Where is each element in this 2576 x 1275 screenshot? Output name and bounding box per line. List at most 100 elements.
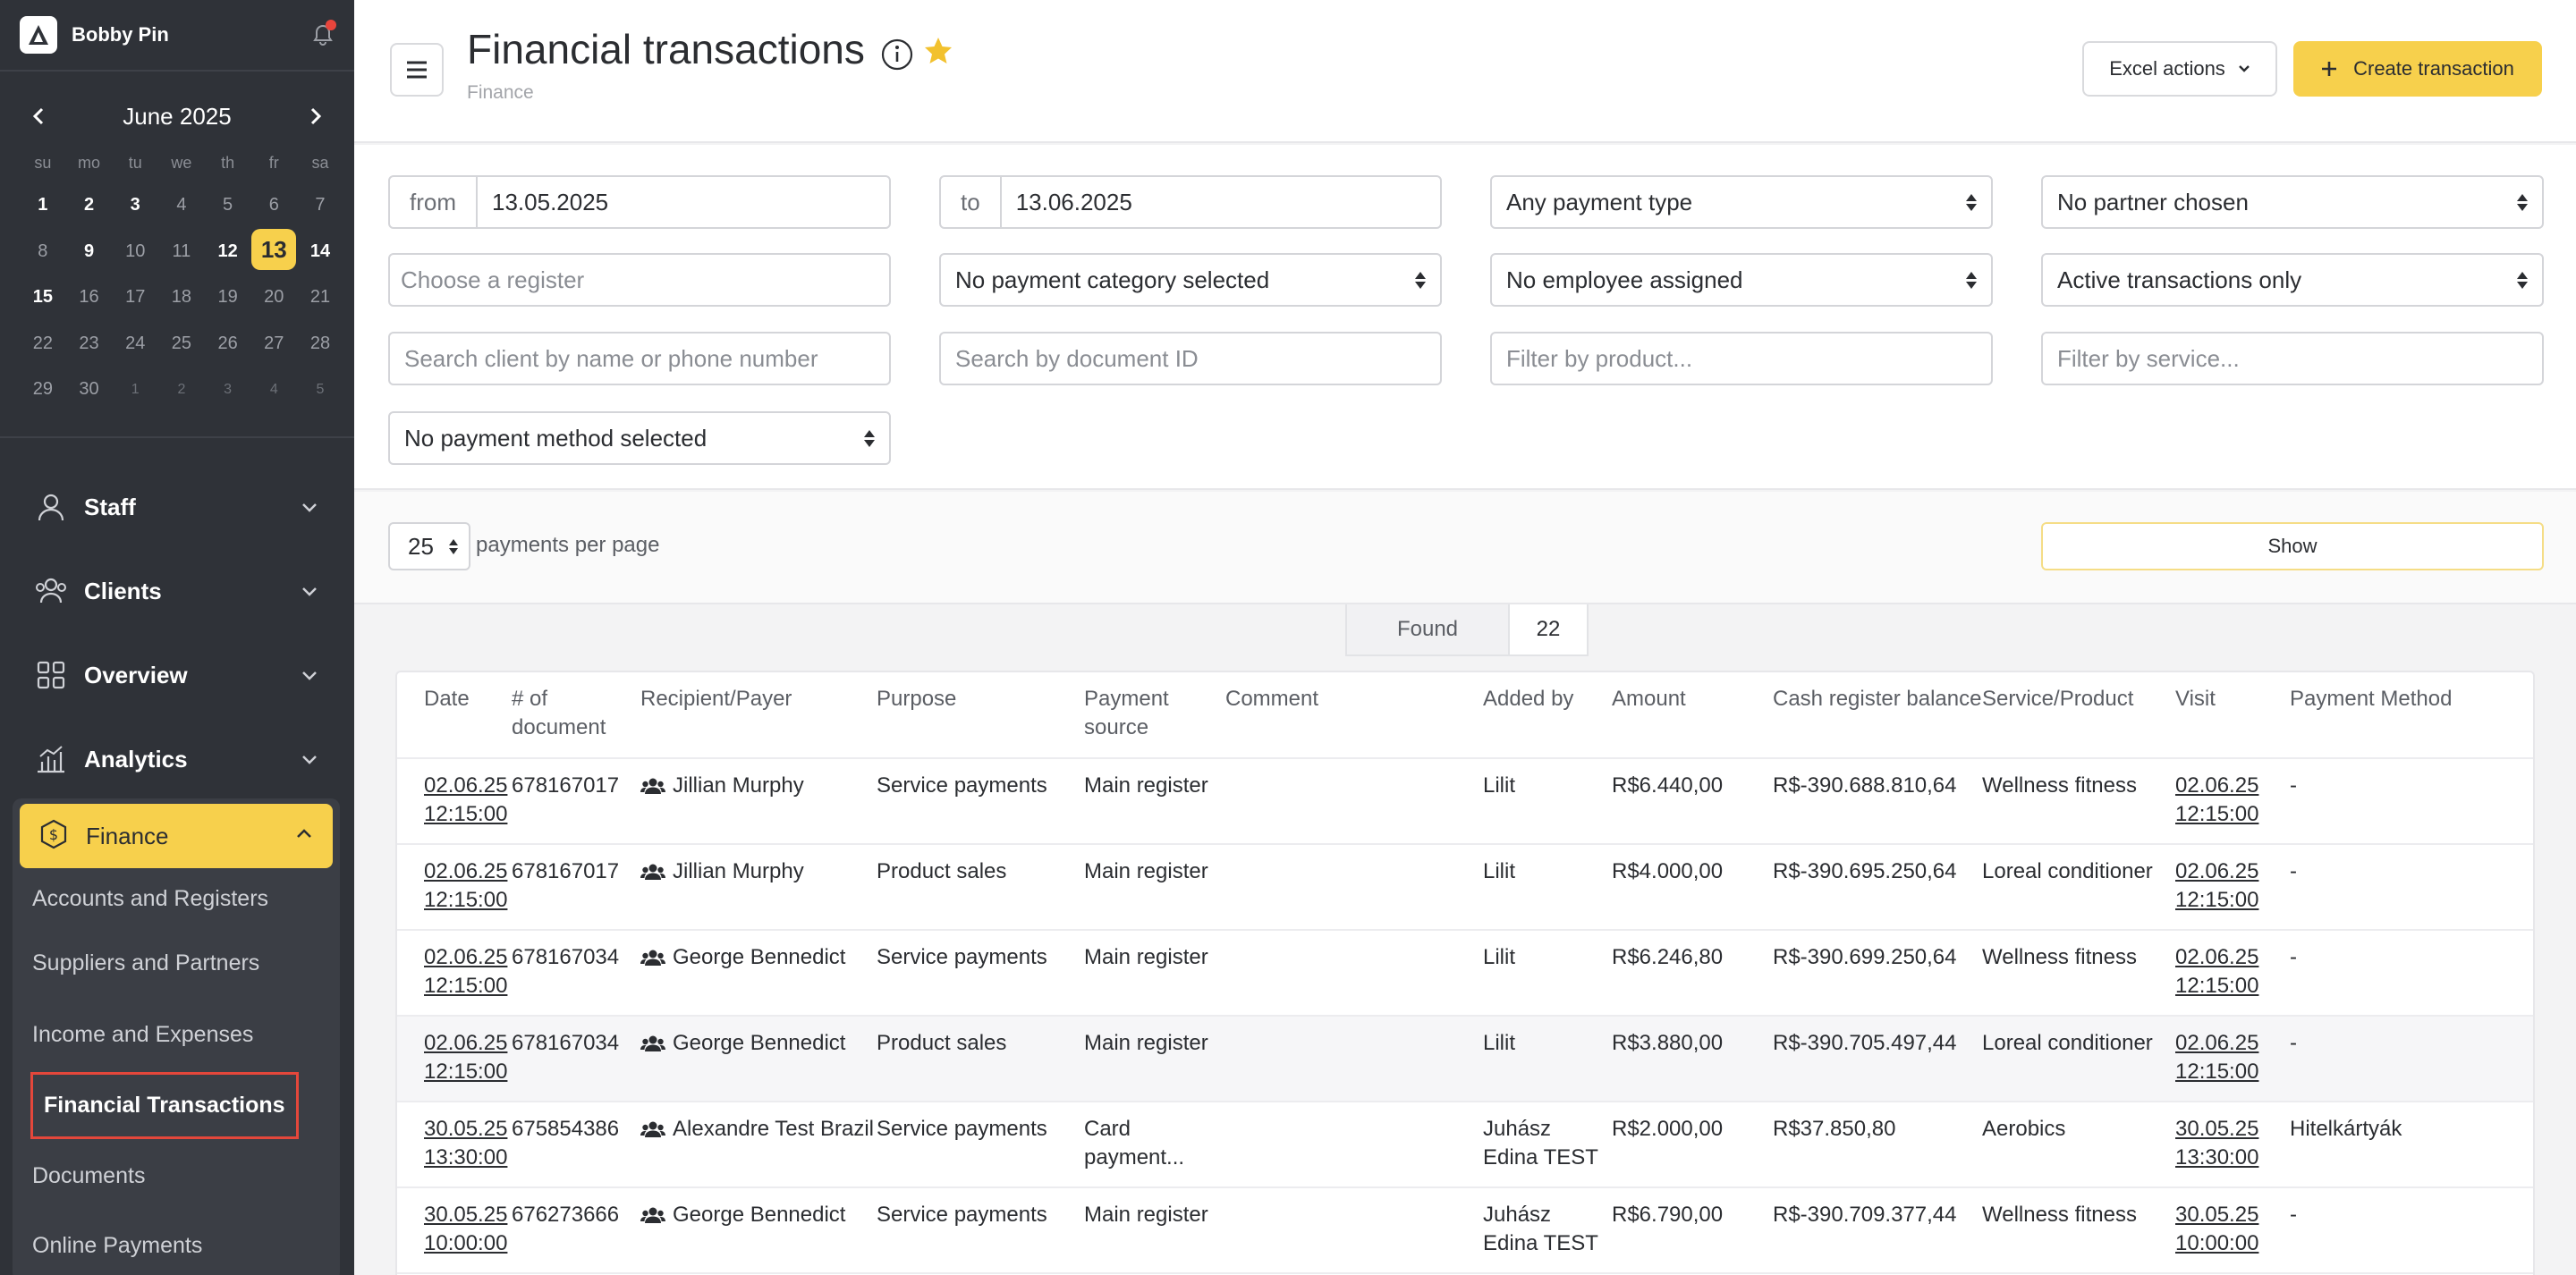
visit-link[interactable]: 02.06.25 12:15:00 (2175, 945, 2258, 998)
document-search-input[interactable] (941, 334, 1440, 384)
calendar-day[interactable]: 30 (66, 367, 113, 413)
calendar-day[interactable]: 11 (158, 229, 205, 275)
cell-recipient[interactable]: George Bennedict (640, 930, 877, 1017)
service-filter-input[interactable] (2043, 334, 2542, 384)
date-link[interactable]: 02.06.25 12:15:00 (424, 945, 507, 998)
table-row[interactable]: 30.05.25 13:30:00 675854386 Alexandre Te… (397, 1102, 2533, 1188)
col-purpose[interactable]: Purpose (877, 672, 1084, 759)
nav-income-expenses[interactable]: Income and Expenses (32, 1022, 253, 1048)
calendar-day-selected[interactable]: 13 (250, 228, 297, 275)
calendar-day-next-month[interactable]: 4 (250, 367, 297, 413)
payment-category-select[interactable]: No payment category selected (939, 253, 1442, 307)
calendar-day[interactable]: 28 (297, 321, 343, 367)
visit-link[interactable]: 02.06.25 12:15:00 (2175, 773, 2258, 826)
calendar-day[interactable]: 23 (66, 321, 113, 367)
nav-overview[interactable]: Overview (0, 633, 354, 717)
calendar-day[interactable]: 20 (250, 274, 297, 321)
calendar-day[interactable]: 18 (158, 274, 205, 321)
col-amount[interactable]: Amount (1612, 672, 1773, 759)
user-name[interactable]: Bobby Pin (72, 23, 311, 46)
payment-type-select[interactable]: Any payment type (1490, 175, 1993, 229)
cell-recipient[interactable]: Alexandre Test Brazil (640, 1102, 877, 1188)
per-page-select[interactable]: 25 (388, 522, 470, 570)
visit-link[interactable]: 30.05.25 13:30:00 (2175, 1117, 2258, 1169)
calendar-day[interactable]: 25 (158, 321, 205, 367)
table-row[interactable]: 30.05.25 10:00:00 676273666 George Benne… (397, 1187, 2533, 1274)
date-link[interactable]: 30.05.25 13:30:00 (424, 1117, 507, 1169)
table-row[interactable]: 02.06.25 12:15:00 678167034 George Benne… (397, 930, 2533, 1017)
info-icon[interactable] (880, 38, 914, 76)
create-transaction-button[interactable]: Create transaction (2293, 41, 2542, 97)
calendar-day[interactable]: 26 (205, 321, 251, 367)
calendar-day[interactable]: 10 (112, 229, 158, 275)
date-link[interactable]: 02.06.25 12:15:00 (424, 773, 507, 826)
calendar-day-next-month[interactable]: 1 (112, 367, 158, 413)
nav-online-payments[interactable]: Online Payments (32, 1233, 202, 1259)
calendar-day[interactable]: 6 (250, 182, 297, 229)
nav-clients[interactable]: Clients (0, 549, 354, 633)
breadcrumb[interactable]: Finance (467, 82, 534, 104)
calendar-day[interactable]: 1 (20, 182, 66, 229)
calendar-day[interactable]: 9 (66, 229, 113, 275)
calendar-day[interactable]: 29 (20, 367, 66, 413)
notifications-bell-icon[interactable] (311, 20, 336, 46)
calendar-day[interactable]: 19 (205, 274, 251, 321)
menu-toggle-button[interactable] (390, 43, 444, 97)
calendar-day[interactable]: 8 (20, 229, 66, 275)
calendar-day[interactable]: 2 (66, 182, 113, 229)
nav-accounts-registers[interactable]: Accounts and Registers (32, 886, 268, 912)
nav-analytics[interactable]: Analytics (0, 717, 354, 801)
calendar-day-next-month[interactable]: 3 (205, 367, 251, 413)
col-document[interactable]: # of document (512, 672, 640, 759)
col-comment[interactable]: Comment (1225, 672, 1483, 759)
prev-month-icon[interactable] (25, 103, 52, 130)
calendar-day[interactable]: 7 (297, 182, 343, 229)
col-method[interactable]: Payment Method (2290, 672, 2533, 759)
calendar-day[interactable]: 16 (66, 274, 113, 321)
col-date[interactable]: Date (397, 672, 512, 759)
nav-financial-transactions[interactable]: Financial Transactions (30, 1072, 299, 1139)
visit-link[interactable]: 02.06.25 12:15:00 (2175, 859, 2258, 912)
partner-select[interactable]: No partner chosen (2041, 175, 2544, 229)
col-balance[interactable]: Cash register balance (1773, 672, 1982, 759)
cell-recipient[interactable]: Jillian Murphy (640, 758, 877, 845)
calendar-day[interactable]: 3 (112, 182, 158, 229)
register-input[interactable] (390, 255, 889, 305)
calendar-day[interactable]: 22 (20, 321, 66, 367)
col-service[interactable]: Service/Product (1982, 672, 2175, 759)
cell-recipient[interactable]: Jillian Murphy (640, 844, 877, 931)
cell-recipient[interactable]: George Bennedict (640, 1187, 877, 1274)
calendar-day[interactable]: 17 (112, 274, 158, 321)
visit-link[interactable]: 02.06.25 12:15:00 (2175, 1031, 2258, 1084)
app-logo[interactable] (20, 16, 57, 54)
calendar-day[interactable]: 27 (250, 321, 297, 367)
employee-select[interactable]: No employee assigned (1490, 253, 1993, 307)
table-row-hovered[interactable]: 02.06.25 12:15:00 678167034 George Benne… (397, 1016, 2533, 1102)
nav-suppliers-partners[interactable]: Suppliers and Partners (32, 950, 259, 976)
date-from-input[interactable] (478, 177, 889, 227)
calendar-day-next-month[interactable]: 2 (158, 367, 205, 413)
date-link[interactable]: 02.06.25 12:15:00 (424, 1031, 507, 1084)
visit-link[interactable]: 30.05.25 10:00:00 (2175, 1203, 2258, 1255)
nav-finance[interactable]: $ Finance (20, 804, 333, 868)
nav-staff[interactable]: Staff (0, 465, 354, 549)
next-month-icon[interactable] (302, 103, 329, 130)
col-recipient[interactable]: Recipient/Payer (640, 672, 877, 759)
favorite-star-icon[interactable] (923, 36, 953, 71)
calendar-day[interactable]: 12 (205, 229, 251, 275)
product-filter-input[interactable] (1492, 334, 1991, 384)
calendar-day-next-month[interactable]: 5 (297, 367, 343, 413)
calendar-day[interactable]: 5 (205, 182, 251, 229)
calendar-day[interactable]: 21 (297, 274, 343, 321)
show-button[interactable]: Show (2041, 522, 2544, 570)
payment-method-select[interactable]: No payment method selected (388, 411, 891, 465)
col-visit[interactable]: Visit (2175, 672, 2290, 759)
date-link[interactable]: 02.06.25 12:15:00 (424, 859, 507, 912)
nav-documents[interactable]: Documents (32, 1163, 145, 1189)
table-row[interactable]: 02.06.25 12:15:00 678167017 Jillian Murp… (397, 844, 2533, 931)
cell-recipient[interactable]: George Bennedict (640, 1016, 877, 1102)
date-link[interactable]: 30.05.25 10:00:00 (424, 1203, 507, 1255)
client-search-input[interactable] (390, 334, 889, 384)
status-select[interactable]: Active transactions only (2041, 253, 2544, 307)
calendar-day[interactable]: 4 (158, 182, 205, 229)
